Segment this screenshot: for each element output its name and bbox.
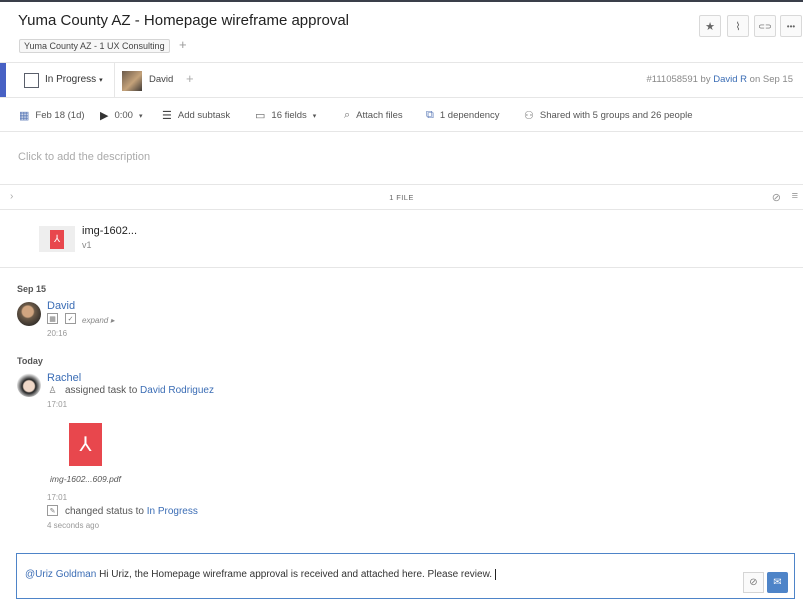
meta-by: by <box>700 74 711 85</box>
comment-text: @Uriz Goldman Hi Uriz, the Homepage wire… <box>25 569 497 581</box>
timestamp: 17:01 <box>47 493 68 502</box>
attach-files-button[interactable]: ⌕ Attach files <box>344 109 403 122</box>
status-link[interactable]: In Progress <box>147 506 198 517</box>
task-id: #111058591 <box>646 74 698 85</box>
status-bar: In Progress ▾ David + #111058591 by David… <box>0 62 803 98</box>
assignee-name[interactable]: David <box>149 74 173 85</box>
timer-label: 0:00 <box>114 110 133 121</box>
more-button[interactable]: ••• <box>780 15 802 37</box>
paperclip-icon[interactable]: ⊘ <box>772 191 781 204</box>
top-border <box>0 0 803 2</box>
timestamp: 20:16 <box>47 329 68 338</box>
meta-date: on Sep 15 <box>749 74 793 85</box>
share-icon: ⚇ <box>524 110 534 122</box>
date-button[interactable]: ▦ Feb 18 (1d) <box>19 109 85 122</box>
star-icon: ★ <box>705 20 715 33</box>
avatar[interactable] <box>17 302 41 326</box>
task-toolbar: ▦ Feb 18 (1d) ▶ 0:00 ▾ ☰ Add subtask ▭ 1… <box>0 100 803 132</box>
status-label: In Progress <box>45 74 97 85</box>
activity-assign: assigned task to David Rodriguez <box>65 385 214 396</box>
dependency-icon: ⧉ <box>426 109 434 121</box>
activity-text: assigned task to <box>65 385 138 396</box>
activity-status: changed status to In Progress <box>65 506 198 517</box>
date-label: Feb 18 (1d) <box>35 110 85 121</box>
file-thumbnail[interactable]: ⅄ <box>39 226 75 252</box>
expand-link[interactable]: expand ▸ <box>82 316 115 325</box>
timestamp: 4 seconds ago <box>47 521 100 530</box>
link-icon: ⊂⊃ <box>758 21 772 31</box>
play-icon: ▶ <box>100 110 109 122</box>
comment-input[interactable]: @Uriz Goldman Hi Uriz, the Homepage wire… <box>16 553 795 599</box>
timestamp: 17:01 <box>47 400 68 409</box>
text-cursor <box>495 569 497 580</box>
dependency-label: 1 dependency <box>439 110 500 121</box>
day-label: Today <box>17 356 43 366</box>
assignee-avatar[interactable] <box>122 71 142 91</box>
status-checkbox[interactable] <box>24 73 39 88</box>
chevron-down-icon: ▾ <box>99 77 103 84</box>
calendar-icon: ▦ <box>47 313 58 324</box>
fields-label: 16 fields <box>271 110 307 121</box>
list-view-icon[interactable]: ≡ <box>792 190 798 202</box>
rss-button[interactable]: ⌇ <box>727 15 749 37</box>
send-comment-button[interactable]: ✉ <box>767 572 788 593</box>
day-label: Sep 15 <box>17 284 47 294</box>
link-button[interactable]: ⊂⊃ <box>754 15 776 37</box>
status-change-icon: ✎ <box>47 505 58 516</box>
activity-text: changed status to <box>65 506 144 517</box>
add-subtask-button[interactable]: ☰ Add subtask <box>162 109 230 122</box>
rss-icon: ⌇ <box>735 20 741 33</box>
speech-bubble-icon: ✉ <box>773 577 782 588</box>
star-button[interactable]: ★ <box>699 15 721 37</box>
mention[interactable]: @Uriz Goldman <box>25 569 96 580</box>
paperclip-icon: ⊘ <box>749 577 758 588</box>
paperclip-icon: ⌕ <box>344 109 351 121</box>
pdf-icon[interactable]: ⅄ <box>69 423 102 466</box>
add-assignee-button[interactable]: + <box>186 71 194 86</box>
file-version: v1 <box>82 240 92 250</box>
task-meta: #111058591 by David R on Sep 15 <box>646 74 793 85</box>
avatar[interactable] <box>17 373 41 397</box>
divider <box>0 267 803 268</box>
user-name[interactable]: Rachel <box>47 372 81 384</box>
files-bar: › 1 FILE ⊘ ≡ <box>0 184 803 210</box>
calendar-icon: ▦ <box>19 110 30 122</box>
add-folder-button[interactable]: + <box>179 37 187 52</box>
attach-files-label: Attach files <box>356 110 403 121</box>
user-assign-icon: ♙ <box>48 385 57 395</box>
folder-tag[interactable]: Yuma County AZ - 1 UX Consulting <box>19 39 170 53</box>
fields-icon: ▭ <box>255 110 266 122</box>
author-link[interactable]: David R <box>713 74 747 85</box>
comment-body: Hi Uriz, the Homepage wireframe approval… <box>99 569 493 581</box>
attach-button[interactable]: ⊘ <box>743 572 764 593</box>
add-subtask-label: Add subtask <box>177 110 231 121</box>
pdf-icon: ⅄ <box>50 229 64 249</box>
attachment-name[interactable]: img-1602...609.pdf <box>50 474 121 484</box>
user-name[interactable]: David <box>47 300 75 312</box>
status-dropdown[interactable]: In Progress ▾ <box>45 74 103 85</box>
shared-button[interactable]: ⚇ Shared with 5 groups and 26 people <box>524 109 693 122</box>
timer-button[interactable]: ▶ 0:00 ▾ <box>100 109 142 122</box>
chevron-down-icon: ▾ <box>138 112 143 120</box>
status-accent <box>0 63 6 97</box>
dependency-button[interactable]: ⧉ 1 dependency <box>426 109 500 122</box>
assignee-link[interactable]: David Rodriguez <box>140 385 214 396</box>
checkbox-icon: ✓ <box>65 313 76 324</box>
list-icon: ☰ <box>162 110 172 122</box>
shared-label: Shared with 5 groups and 26 people <box>539 110 693 121</box>
file-name[interactable]: img-1602... <box>82 225 137 237</box>
fields-button[interactable]: ▭ 16 fields ▾ <box>255 109 316 122</box>
more-icon: ••• <box>786 21 796 31</box>
divider <box>114 63 115 97</box>
task-title[interactable]: Yuma County AZ - Homepage wireframe appr… <box>18 12 349 29</box>
file-count: 1 FILE <box>389 193 414 202</box>
chevron-down-icon: ▾ <box>312 112 317 120</box>
description-field[interactable]: Click to add the description <box>18 151 150 163</box>
